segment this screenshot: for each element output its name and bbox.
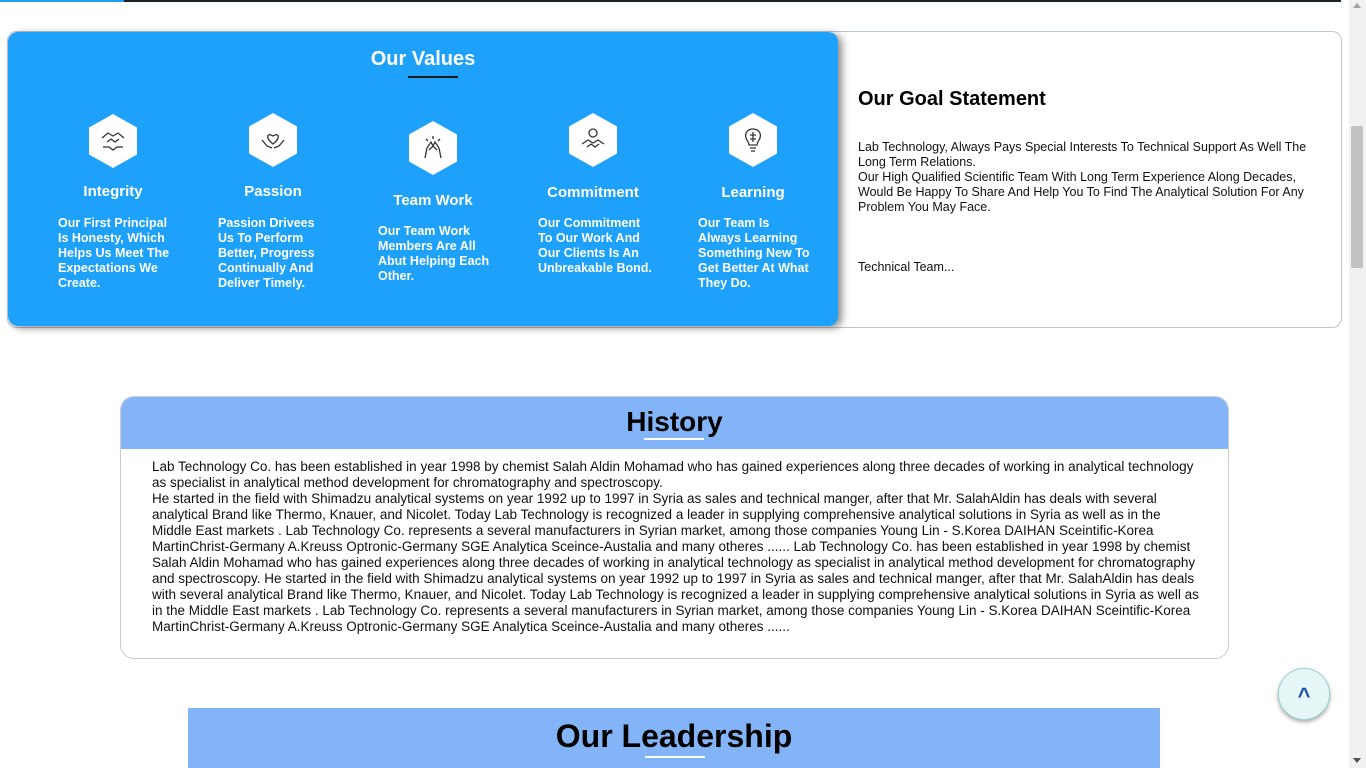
leadership-header: Our Leadership bbox=[188, 708, 1160, 768]
scroll-down-arrow-icon[interactable] bbox=[1353, 758, 1361, 763]
hero-image-edge bbox=[0, 0, 1341, 2]
history-paragraph: He started in the field with Shimadzu an… bbox=[152, 491, 1199, 634]
history-card: History Lab Technology Co. has been esta… bbox=[120, 396, 1229, 659]
handshake-icon bbox=[89, 114, 137, 168]
values-panel: Our Values Integrity Our First Principal… bbox=[8, 32, 838, 326]
value-description: Passion Drivees Us To Perform Better, Pr… bbox=[218, 216, 315, 290]
value-description: Our First Principal Is Honesty, Which He… bbox=[58, 216, 170, 290]
scroll-up-arrow-icon[interactable] bbox=[1353, 3, 1361, 8]
hero-accent-bar bbox=[0, 0, 124, 2]
goal-title: Our Goal Statement bbox=[858, 88, 1046, 110]
value-name: Learning bbox=[721, 184, 785, 201]
page-scrollbar[interactable] bbox=[1349, 0, 1366, 768]
value-name: Passion bbox=[244, 183, 302, 200]
values-title-underline bbox=[408, 76, 458, 78]
goal-text: Lab Technology, Always Pays Special Inte… bbox=[858, 140, 1318, 215]
value-description: Our Team Is Always Learning Something Ne… bbox=[698, 216, 810, 290]
value-description: Our Team Work Members Are All Abut Helpi… bbox=[378, 224, 490, 283]
value-name: Integrity bbox=[83, 183, 143, 200]
leadership-title-underline bbox=[645, 756, 705, 758]
goal-signature: Technical Team... bbox=[858, 260, 955, 274]
goal-paragraph: Our High Qualified Scientific Team With … bbox=[858, 170, 1304, 214]
value-description: Our Commitment To Our Work And Our Clien… bbox=[538, 216, 652, 275]
back-to-top-button[interactable]: ^ bbox=[1278, 668, 1330, 720]
history-header: History bbox=[121, 397, 1228, 449]
brain-bulb-icon bbox=[729, 113, 777, 167]
history-title: History bbox=[626, 406, 723, 437]
team-hands-icon bbox=[409, 121, 457, 175]
history-title-underline bbox=[644, 438, 704, 440]
caret-up-icon: ^ bbox=[1297, 683, 1311, 708]
values-title: Our Values bbox=[370, 48, 476, 70]
value-name: Commitment bbox=[547, 184, 639, 201]
value-name: Team Work bbox=[393, 192, 473, 209]
heart-hands-icon bbox=[249, 113, 297, 167]
scrollbar-thumb[interactable] bbox=[1351, 126, 1363, 268]
goal-paragraph: Lab Technology, Always Pays Special Inte… bbox=[858, 140, 1307, 169]
history-paragraph: Lab Technology Co. has been established … bbox=[152, 459, 1194, 490]
commitment-handshake-icon bbox=[569, 113, 617, 167]
page: Our Values Integrity Our First Principal… bbox=[0, 0, 1366, 768]
history-text: Lab Technology Co. has been established … bbox=[152, 459, 1202, 635]
leadership-title: Our Leadership bbox=[555, 718, 793, 754]
